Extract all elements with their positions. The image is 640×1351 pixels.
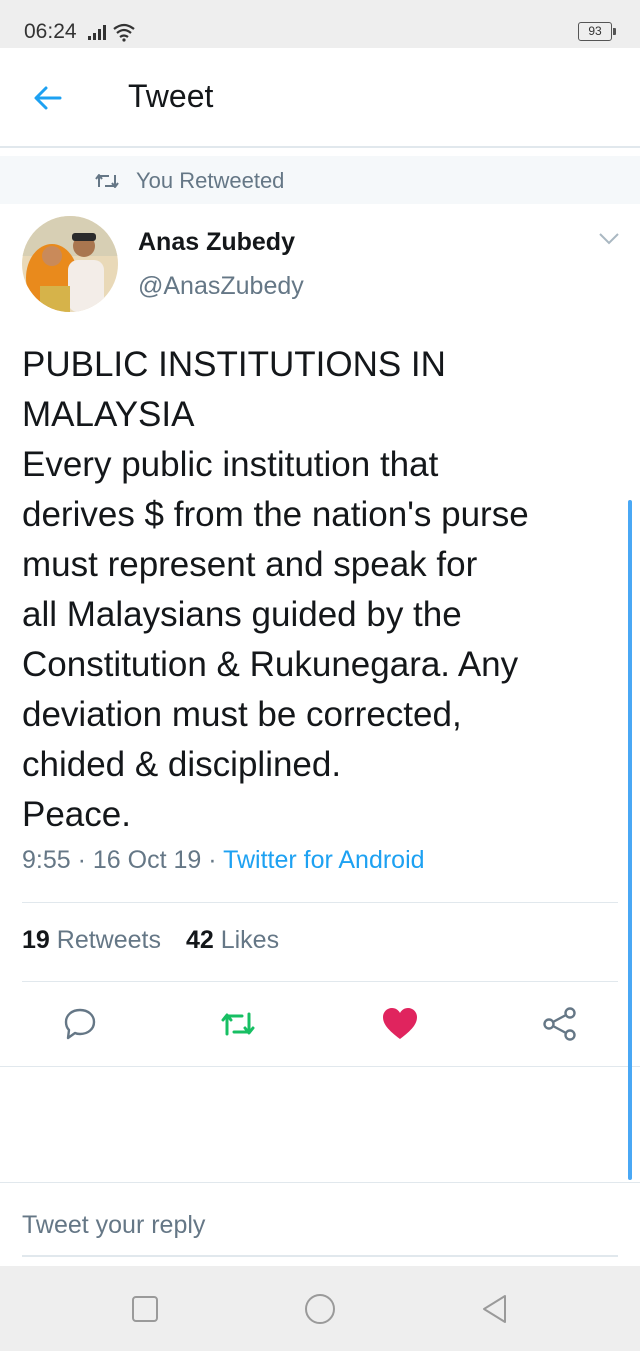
share-icon[interactable] [540, 1004, 580, 1044]
back-triangle-icon[interactable] [478, 1292, 512, 1326]
retweets-stat[interactable]: 19 Retweets [22, 926, 161, 954]
divider [22, 902, 618, 903]
chevron-down-icon[interactable] [598, 232, 620, 246]
author-name[interactable]: Anas Zubedy [138, 228, 295, 257]
tweet-time: 9:55 [22, 846, 71, 874]
retweets-count: 19 [22, 926, 50, 954]
reply-composer[interactable]: Tweet your reply [0, 1182, 640, 1266]
reply-underline [22, 1255, 618, 1257]
retweets-label: Retweets [56, 926, 161, 954]
status-time: 06:24 [24, 20, 77, 43]
tweet-text: PUBLIC INSTITUTIONS IN MALAYSIA Every pu… [22, 345, 529, 834]
avatar[interactable] [22, 216, 118, 312]
system-nav-bar [0, 1266, 640, 1351]
tweet-date: 16 Oct 19 [92, 846, 202, 874]
arrow-left-icon[interactable] [30, 80, 66, 116]
divider [22, 981, 618, 982]
likes-label: Likes [220, 926, 280, 954]
home-icon[interactable] [303, 1292, 337, 1326]
wifi-icon [113, 23, 135, 42]
retweet-small-icon [95, 174, 119, 188]
page-title: Tweet [128, 78, 214, 114]
likes-stat[interactable]: 42 Likes [186, 926, 279, 954]
tweet-source-link[interactable]: Twitter for Android [223, 846, 424, 874]
retweet-context-label: You Retweeted [136, 168, 285, 193]
battery-indicator: 93 [578, 22, 616, 41]
divider [0, 1066, 640, 1067]
status-bar: 06:24 93 [0, 0, 640, 48]
heart-icon[interactable] [380, 1004, 420, 1044]
reply-icon[interactable] [60, 1004, 100, 1044]
tweet-stats: 19 Retweets 42 Likes [22, 926, 279, 955]
tweet-meta: 9:55 · 16 Oct 19 · Twitter for Android [22, 846, 425, 874]
avatar-image [22, 216, 118, 312]
author-handle[interactable]: @AnasZubedy [138, 272, 304, 301]
reply-input[interactable]: Tweet your reply [22, 1211, 205, 1240]
recent-apps-icon[interactable] [128, 1292, 162, 1326]
app-header: Tweet [0, 48, 640, 148]
signal-icon [88, 25, 106, 40]
retweet-context: You Retweeted [0, 156, 640, 204]
likes-count: 42 [185, 926, 214, 954]
scrollbar[interactable] [628, 500, 632, 1180]
retweet-icon[interactable] [218, 1004, 258, 1044]
